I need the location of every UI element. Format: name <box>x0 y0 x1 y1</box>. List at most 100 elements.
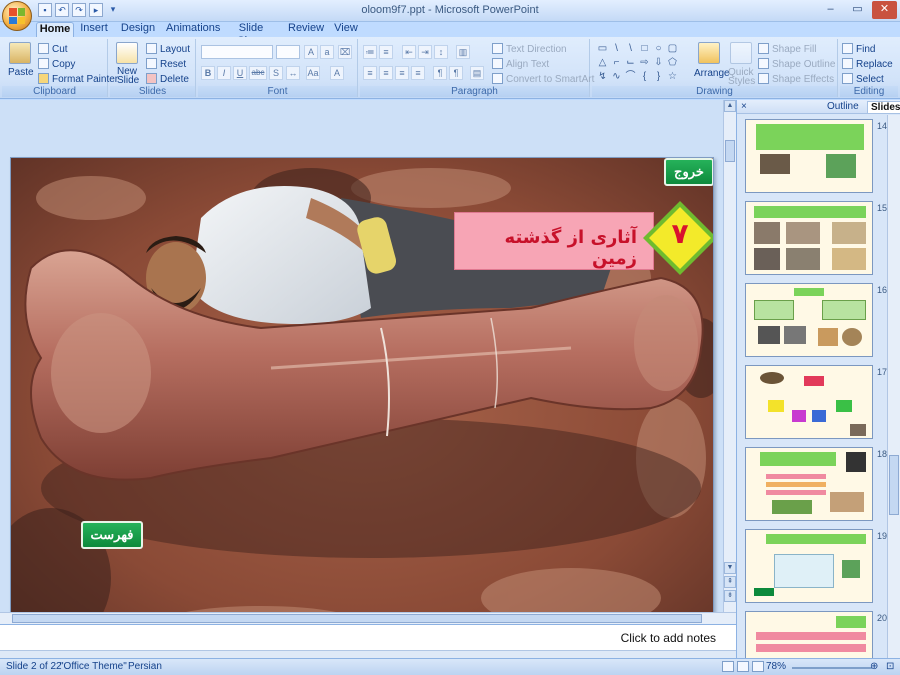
shape-oval-icon[interactable]: ○ <box>653 43 664 54</box>
shape-callout-icon[interactable]: ↯ <box>597 71 608 82</box>
slide-thumbnail[interactable] <box>745 119 873 193</box>
shape-rect-icon[interactable]: ▭ <box>597 43 608 54</box>
next-slide-icon[interactable]: ⇟ <box>724 590 736 602</box>
zoom-level[interactable]: 78% <box>766 661 786 672</box>
char-spacing-icon[interactable]: ↔ <box>286 66 300 80</box>
replace-button[interactable]: Replace <box>842 58 893 70</box>
shape-curve-icon[interactable]: ⌒ <box>625 71 636 82</box>
tab-home[interactable]: Home <box>36 22 74 37</box>
slide-thumbnail[interactable] <box>745 447 873 521</box>
thumbnail-scrollbar[interactable] <box>887 115 900 658</box>
shape-down-arrow-icon[interactable]: ⇩ <box>653 57 664 68</box>
arrange-button[interactable]: Arrange <box>694 68 730 79</box>
fit-window-icon[interactable]: ⊡ <box>886 661 894 672</box>
align-text-button[interactable]: Align Text <box>492 58 549 70</box>
shape-square-icon[interactable]: □ <box>639 43 650 54</box>
copy-button[interactable]: Copy <box>38 58 75 70</box>
pane-close-icon[interactable]: × <box>741 101 747 112</box>
clear-format-icon[interactable]: ⌧ <box>338 45 352 59</box>
grow-font-icon[interactable]: A <box>304 45 318 59</box>
justify-icon[interactable]: ≡ <box>411 66 425 80</box>
align-right-icon[interactable]: ≡ <box>395 66 409 80</box>
shape-elbow-icon[interactable]: ⌐ <box>611 57 622 68</box>
tab-insert[interactable]: Insert <box>78 22 110 37</box>
h-scroll-thumb[interactable] <box>12 614 702 623</box>
columns-icon[interactable]: ▥ <box>456 45 470 59</box>
index-button[interactable]: فهرست <box>81 521 143 549</box>
line-spacing-icon[interactable]: ↕ <box>434 45 448 59</box>
zoom-slider[interactable] <box>792 667 872 669</box>
shape-brace2-icon[interactable]: } <box>653 71 664 82</box>
layout-button[interactable]: Layout <box>146 43 190 55</box>
thumbnail-list[interactable]: 14 15 16 17 18 19 20 <box>737 115 887 658</box>
paragraph-settings-icon[interactable]: ▤ <box>470 66 484 80</box>
paste-button[interactable]: Paste <box>8 67 34 78</box>
shape-star-icon[interactable]: ☆ <box>667 71 678 82</box>
align-left-icon[interactable]: ≡ <box>363 66 377 80</box>
shape-outline-button[interactable]: Shape Outline <box>758 58 835 70</box>
font-color-icon[interactable]: A <box>330 66 344 80</box>
strikethrough-button[interactable]: abc <box>249 66 267 80</box>
format-painter-button[interactable]: Format Painter <box>38 73 118 85</box>
normal-view-icon[interactable] <box>722 661 734 672</box>
quick-styles-button[interactable]: Quick Styles <box>728 68 755 87</box>
office-button[interactable] <box>2 1 32 31</box>
tab-animations[interactable]: Animations <box>166 22 220 37</box>
notes-pane[interactable]: Click to add notes <box>0 624 736 650</box>
scroll-thumb[interactable] <box>725 140 735 162</box>
slide-thumbnail[interactable] <box>745 611 873 658</box>
tab-design[interactable]: Design <box>120 22 156 37</box>
thumbnail-scroll-thumb[interactable] <box>889 455 899 515</box>
slide-title-banner[interactable]: آثاری از گذشته زمین <box>454 212 654 270</box>
close-button[interactable]: ✕ <box>872 1 897 19</box>
increase-indent-icon[interactable]: ⇥ <box>418 45 432 59</box>
bullets-icon[interactable]: ≔ <box>363 45 377 59</box>
shape-pentagon-icon[interactable]: ⬠ <box>667 57 678 68</box>
notes-scrollbar[interactable] <box>0 650 736 658</box>
decrease-indent-icon[interactable]: ⇤ <box>402 45 416 59</box>
shape-line2-icon[interactable]: \ <box>625 43 636 54</box>
minimize-button[interactable]: – <box>818 1 843 19</box>
italic-button[interactable]: I <box>217 66 231 80</box>
shape-line-icon[interactable]: \ <box>611 43 622 54</box>
scroll-up-icon[interactable]: ▲ <box>724 100 736 112</box>
horizontal-scrollbar[interactable] <box>0 612 736 624</box>
underline-button[interactable]: U <box>233 66 247 80</box>
delete-slide-button[interactable]: Delete <box>146 73 189 85</box>
tab-slides[interactable]: Slides <box>867 101 900 113</box>
slide-thumbnail[interactable] <box>745 365 873 439</box>
slide-workspace[interactable]: آثاری از گذشته زمین ۷ خروج فهرست <box>0 100 736 653</box>
shrink-font-icon[interactable]: a <box>320 45 334 59</box>
slide-thumbnail[interactable] <box>745 283 873 357</box>
ltr-icon[interactable]: ¶ <box>449 66 463 80</box>
scroll-down-icon[interactable]: ▼ <box>724 562 736 574</box>
vertical-scrollbar[interactable]: ▲ ▼ ⇞ ⇟ <box>723 100 736 612</box>
tab-slide-show[interactable]: Slide Show <box>228 22 274 47</box>
shape-bracket-icon[interactable]: ∿ <box>611 71 622 82</box>
new-slide-button[interactable]: New Slide <box>117 67 141 86</box>
rtl-icon[interactable]: ¶ <box>433 66 447 80</box>
notes-placeholder[interactable]: Click to add notes <box>621 631 716 645</box>
bold-button[interactable]: B <box>201 66 215 80</box>
shape-rounded-icon[interactable]: ▢ <box>667 43 678 54</box>
zoom-in-icon[interactable]: ⊕ <box>870 661 878 672</box>
tab-outline[interactable]: Outline <box>827 101 859 112</box>
font-name-input[interactable] <box>201 45 273 59</box>
tab-review[interactable]: Review <box>288 22 324 37</box>
numbering-icon[interactable]: ≡ <box>379 45 393 59</box>
slide-sorter-icon[interactable] <box>737 661 749 672</box>
select-button[interactable]: Select <box>842 73 884 85</box>
reset-button[interactable]: Reset <box>146 58 186 70</box>
change-case-icon[interactable]: Aa <box>306 66 320 80</box>
prev-slide-icon[interactable]: ⇞ <box>724 576 736 588</box>
shadow-button[interactable]: S <box>269 66 283 80</box>
font-size-input[interactable] <box>276 45 300 59</box>
cut-button[interactable]: Cut <box>38 43 68 55</box>
tab-view[interactable]: View <box>333 22 359 37</box>
maximize-button[interactable]: ▭ <box>845 1 870 19</box>
shape-brace-icon[interactable]: { <box>639 71 650 82</box>
slide-thumbnail[interactable] <box>745 529 873 603</box>
text-direction-button[interactable]: Text Direction <box>492 43 567 55</box>
shape-arrow-icon[interactable]: ⇨ <box>639 57 650 68</box>
slide-thumbnail[interactable] <box>745 201 873 275</box>
